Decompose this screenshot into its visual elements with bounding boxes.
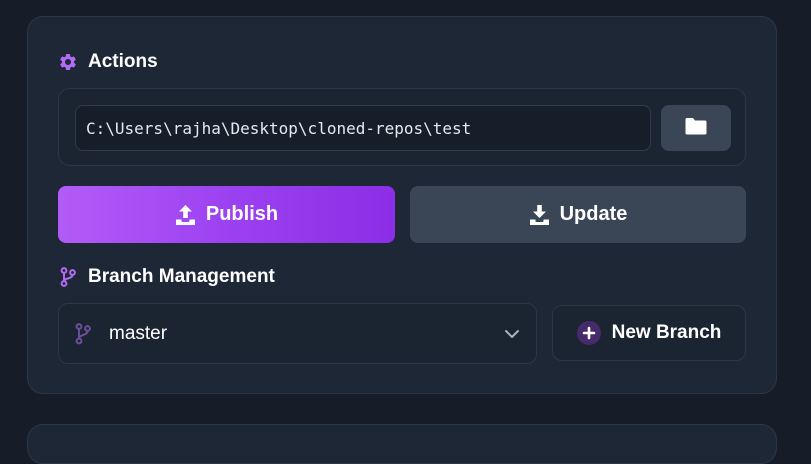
publish-label: Publish	[205, 203, 279, 225]
folder-icon	[685, 117, 707, 140]
actions-title: Actions	[88, 51, 158, 72]
new-branch-button[interactable]: New Branch	[552, 305, 746, 361]
download-icon	[529, 204, 550, 226]
branch-management-header: Branch Management	[58, 266, 275, 288]
actions-header: Actions	[58, 51, 158, 73]
update-label: Update	[559, 203, 628, 225]
git-branch-icon	[75, 323, 91, 350]
git-branch-icon	[58, 267, 78, 287]
selected-branch: master	[109, 323, 168, 344]
gear-icon	[58, 52, 78, 72]
chevron-down-icon	[504, 326, 520, 344]
branch-select[interactable]: master	[58, 303, 537, 364]
new-branch-label: New Branch	[611, 322, 722, 343]
repo-path-input[interactable]	[75, 105, 651, 151]
browse-folder-button[interactable]	[661, 105, 731, 151]
path-panel	[58, 88, 746, 166]
publish-button[interactable]: Publish	[58, 186, 395, 243]
branch-management-title: Branch Management	[88, 266, 275, 287]
next-card	[27, 424, 777, 464]
actions-card: Actions Publish Update	[27, 16, 777, 394]
update-button[interactable]: Update	[410, 186, 746, 243]
upload-icon	[175, 204, 196, 226]
plus-circle-icon	[576, 321, 601, 345]
